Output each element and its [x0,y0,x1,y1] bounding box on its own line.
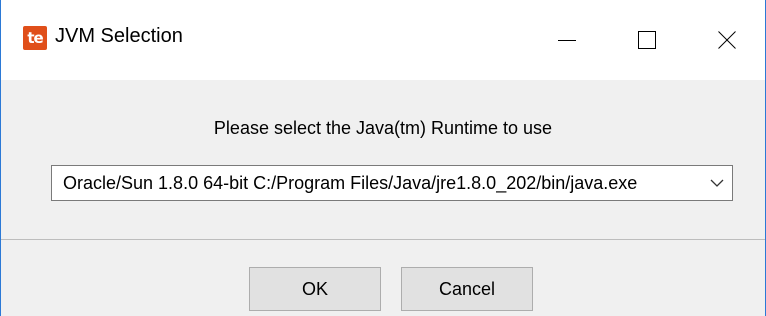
app-logo-icon: te [23,26,47,50]
maximize-icon [638,31,656,49]
title-bar[interactable]: te JVM Selection [1,0,765,80]
close-icon [718,31,736,49]
close-button[interactable] [697,0,757,80]
jvm-selection-window: te JVM Selection Please select the Java(… [0,0,766,316]
maximize-button[interactable] [617,0,677,80]
prompt-label: Please select the Java(tm) Runtime to us… [213,118,553,138]
chevron-down-icon [710,179,724,187]
cancel-button[interactable]: Cancel [401,267,533,311]
ok-button[interactable]: OK [249,267,381,311]
window-title: JVM Selection [55,25,183,47]
jvm-select-value: Oracle/Sun 1.8.0 64-bit C:/Program Files… [63,173,638,193]
separator [1,239,765,240]
minimize-button[interactable] [537,0,597,80]
dialog-body: Please select the Java(tm) Runtime to us… [1,80,765,316]
minimize-icon [558,40,576,41]
jvm-select-dropdown[interactable]: Oracle/Sun 1.8.0 64-bit C:/Program Files… [51,165,733,201]
